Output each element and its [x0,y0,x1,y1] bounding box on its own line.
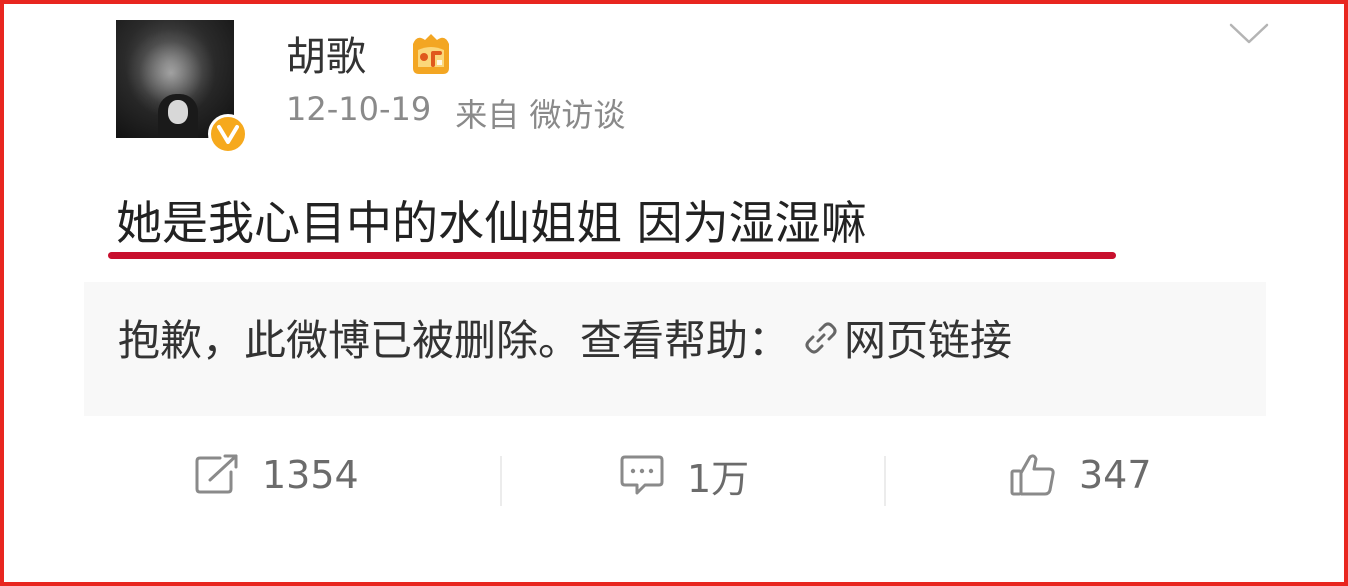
help-link[interactable]: 网页链接 [844,307,1012,368]
like-icon [1010,454,1055,496]
link-icon [805,322,837,353]
post-date[interactable]: 12-10-19 [286,90,431,136]
comment-icon [620,455,664,495]
comment-count: 1万 [687,456,750,501]
post-text: 她是我心目中的水仙姐姐 因为湿湿嘛 [116,196,867,250]
action-divider [884,456,886,506]
highlight-underline [108,252,1116,259]
post-source: 来自 微访谈 [455,96,626,134]
post-meta: 12-10-19 来自 微访谈 [286,90,625,136]
repost-button[interactable]: 1354 [194,440,359,510]
chevron-down-icon[interactable] [1228,22,1270,46]
like-count: 347 [1079,453,1152,497]
like-button[interactable]: 347 [1009,440,1152,510]
deleted-notice-text: 抱歉，此微博已被删除。查看帮助： [118,316,791,365]
username[interactable]: 胡歌 [286,24,366,82]
repost-icon [195,454,238,494]
action-divider [500,456,502,506]
deleted-notice: 抱歉，此微博已被删除。查看帮助： 网页链接 [118,307,1012,368]
member-crown-icon[interactable] [407,30,455,78]
action-bar: 1354 1万 347 [4,440,1348,510]
verified-badge-icon [208,114,248,154]
comment-button[interactable]: 1万 [619,440,749,510]
weibo-post-card: 胡歌 12-10-19 来自 微访谈 她是我心目中的水仙姐姐 因为湿湿嘛 抱歉，… [0,0,1348,586]
repost-count: 1354 [262,453,359,497]
